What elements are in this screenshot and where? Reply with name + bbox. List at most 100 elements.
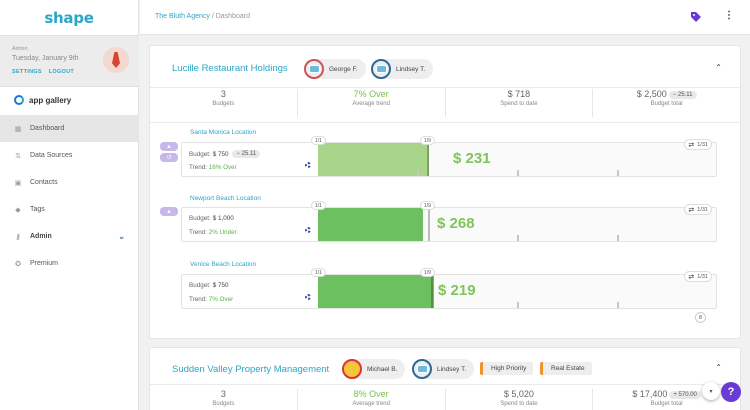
sidebar-item-admin[interactable]: ⚷ Admin ⌄ [0,223,139,250]
gear-icon[interactable] [305,162,311,168]
app-logo[interactable]: shape [0,0,138,35]
location-title[interactable]: Newport Beach Location [190,195,261,202]
tick [517,302,519,308]
tags-icon[interactable] [690,11,702,23]
sidebar-item-contacts[interactable]: ▣ Contacts [0,169,139,196]
spend-fill [318,275,434,308]
start-date-badge: 1/1 [311,268,326,277]
tick [417,170,419,176]
collapse-icon[interactable]: ⌃ [715,63,722,72]
breadcrumb-separator: / [211,13,214,20]
collapse-icon[interactable]: ⌃ [715,363,722,372]
sidebar-item-data-sources[interactable]: ⇅ Data Sources [0,142,139,169]
divider [150,87,740,88]
client-title[interactable]: Lucille Restaurant Holdings [172,63,288,74]
cycle-date: 1/31 [697,206,708,213]
cycle-badge[interactable]: ⇄ 1/31 [684,139,712,150]
breadcrumb: The Bluth Agency / Dashboard [155,13,250,20]
spend-fill [318,143,429,176]
member-chip[interactable]: Lindsey T. [371,59,434,79]
budget-label: Budget: [189,215,211,222]
tick [517,170,519,176]
repeat-icon: ⇄ [688,206,695,214]
more-menu-icon[interactable]: ⋮ [724,10,734,21]
avatar [412,359,432,379]
breadcrumb-org[interactable]: The Bluth Agency [155,13,210,20]
stats-row: 3 Budgets 7% Over Average trend $ 718 Spend… [150,89,740,117]
count-badge[interactable]: 8 [695,312,706,323]
cycle-badge[interactable]: ⇄ 1/31 [684,204,712,215]
spend-amount: $ 268 [437,215,475,232]
stat-value: 3 [220,89,226,99]
cycle-date: 1/31 [697,141,708,148]
logout-link[interactable]: LOGOUT [49,69,74,75]
help-button[interactable]: ? [721,382,741,402]
tie-icon [112,52,120,68]
sidebar-item-tags[interactable]: ◆ Tags [0,196,139,223]
sidebar-item-label: Admin [30,233,52,240]
settings-link[interactable]: SETTINGS [12,69,42,75]
stat-value: $ 17,400 [632,389,668,399]
stat-label: Budget total [650,401,683,407]
current-date-badge: 1/9 [420,201,435,210]
stat-value: $ 5,020 [503,389,534,399]
sidebar-item-dashboard[interactable]: ▦ Dashboard [0,115,139,142]
budget-label: Budget: [189,282,211,289]
budget-value: $ 750 [212,282,229,289]
app-gallery-link[interactable]: app gallery [14,95,71,105]
gear-icon[interactable] [305,294,311,300]
budget-pill: − 25.11 [232,150,261,158]
location-budget-bar[interactable]: Budget: $ 750 Trend: 7% Over 1/1 1/9 $ 21… [181,268,717,309]
sidebar-item-premium[interactable]: ✪ Premium [0,250,139,277]
location-info: Budget: $ 750− 25.11 Trend: 16% Over [182,143,318,176]
upvote-button[interactable]: ▲ [160,142,178,151]
gallery-icon [14,95,24,105]
client-title[interactable]: Sudden Valley Property Management [172,364,329,375]
chevron-down-icon: ▾ [709,388,713,395]
key-icon: ⚷ [15,233,21,241]
repeat-icon: ⇄ [688,273,695,281]
chevron-down-icon: ⌄ [118,232,125,241]
today-marker [428,208,430,241]
sidebar-item-label: Data Sources [30,152,73,159]
location-info: Budget: $ 1,000 Trend: 2% Under [182,208,318,241]
current-date-badge: 1/9 [420,268,435,277]
header: The Bluth Agency / Dashboard ⋮ [140,0,750,35]
stat-value: 8% Over [353,389,389,399]
tag-chip[interactable]: Real Estate [540,362,592,375]
budget-value: $ 750 [212,150,229,158]
member-chip[interactable]: Michael B. [342,359,406,379]
stat-pill: + 570.00 [669,391,701,399]
stats-row: 3 Budgets 8% Over Average trend $ 5,020 Spe… [150,389,740,410]
budget-label: Budget: [189,150,211,158]
sidebar-item-label: Dashboard [30,125,65,132]
scroll-down-button[interactable]: ▾ [702,382,720,400]
avatar[interactable] [103,47,129,73]
trend-value: 2% Under [208,229,237,236]
member-name: George F. [329,65,358,73]
spend-amount: $ 231 [453,150,491,167]
gear-icon[interactable] [305,227,311,233]
location-title[interactable]: Venice Beach Location [190,261,256,268]
location-title[interactable]: Santa Monica Location [190,129,256,136]
member-name: Lindsey T. [437,365,467,373]
sync-button[interactable]: ↺ [160,153,178,162]
client-card: Sudden Valley Property Management Michae… [149,347,741,410]
cycle-badge[interactable]: ⇄ 1/31 [684,271,712,282]
location-budget-bar[interactable]: Budget: $ 1,000 Trend: 2% Under 1/1 1/9 $… [181,201,717,242]
upvote-button[interactable]: ▲ [160,207,178,216]
location-budget-bar[interactable]: Budget: $ 750− 25.11 Trend: 16% Over 1/1 … [181,136,717,177]
member-chip[interactable]: George F. [304,59,366,79]
tick [617,235,619,241]
stat-budgets: 3 Budgets [150,389,297,410]
member-name: Michael B. [367,365,398,373]
divider [150,384,740,385]
gallery-label: app gallery [29,95,72,105]
member-chip[interactable]: Lindsey T. [412,359,475,379]
dashboard-icon: ▦ [14,125,22,133]
sidebar-item-label: Tags [30,206,45,213]
trend-label: Trend: [189,296,207,303]
trend-value: 16% Over [208,164,237,171]
sidebar-item-label: Contacts [30,179,58,186]
tag-chip[interactable]: High Priority [480,362,534,375]
